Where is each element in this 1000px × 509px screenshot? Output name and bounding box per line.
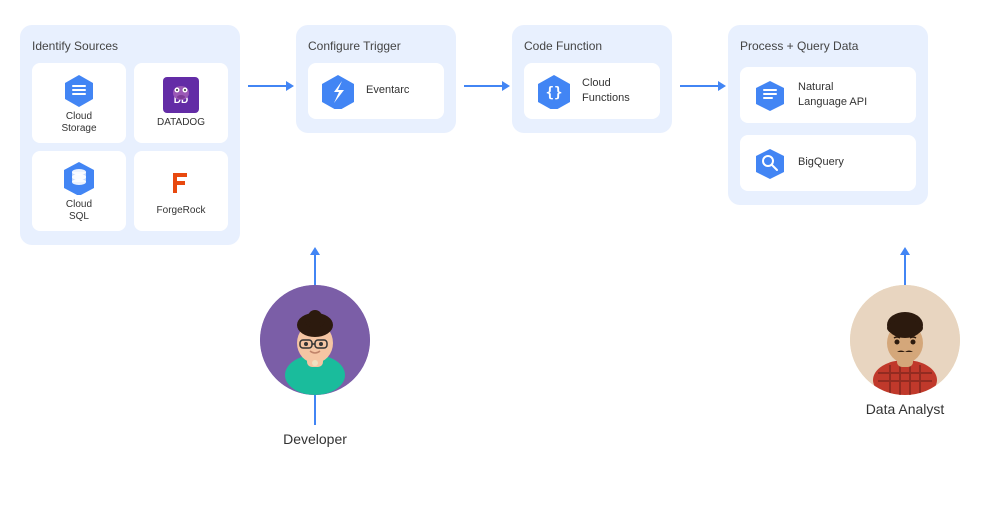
process-query-box: Process + Query Data NaturalLanguage API xyxy=(728,25,928,205)
developer-label: Developer xyxy=(283,431,347,447)
process-label: Process + Query Data xyxy=(740,39,916,53)
identify-label: Identify Sources xyxy=(32,39,228,53)
cloud-storage-label: CloudStorage xyxy=(61,111,96,135)
code-function-box: Code Function {} CloudFunctions xyxy=(512,25,672,133)
cloud-storage-item: CloudStorage xyxy=(32,63,126,143)
eventarc-item: Eventarc xyxy=(308,63,444,119)
eventarc-icon xyxy=(320,73,356,109)
cloud-sql-label: CloudSQL xyxy=(66,199,92,223)
architecture-diagram: Identify Sources CloudStorage xyxy=(20,15,980,495)
arrow-2 xyxy=(456,85,512,87)
dev-arrow-up-head xyxy=(310,247,320,255)
arrow-line-2 xyxy=(464,85,504,87)
datadog-icon: DD xyxy=(163,77,199,113)
sources-grid: CloudStorage DD xyxy=(32,63,228,231)
analyst-avatar xyxy=(850,285,960,395)
nl-api-label: NaturalLanguage API xyxy=(798,80,867,109)
bottom-section: Developer xyxy=(20,255,980,447)
arrow-line-3 xyxy=(680,85,720,87)
nl-api-icon xyxy=(752,77,788,113)
arrow-1 xyxy=(240,85,296,87)
arrow-line-1 xyxy=(248,85,288,87)
datadog-label: DATADOG xyxy=(157,117,205,129)
developer-section: Developer xyxy=(260,255,370,447)
analyst-arrow-up-line xyxy=(904,255,906,285)
cloud-functions-label: CloudFunctions xyxy=(582,76,630,105)
dev-arrow-up-line xyxy=(314,255,316,285)
identify-sources-box: Identify Sources CloudStorage xyxy=(20,25,240,245)
cloud-sql-icon xyxy=(61,159,97,195)
forgerock-label: ForgeRock xyxy=(157,205,206,217)
configure-trigger-box: Configure Trigger Eventarc xyxy=(296,25,456,133)
bigquery-label: BigQuery xyxy=(798,155,844,169)
datadog-item: DD DATADOG xyxy=(134,63,228,143)
bigquery-item: BigQuery xyxy=(740,135,916,191)
trigger-label: Configure Trigger xyxy=(308,39,444,53)
cloud-storage-icon xyxy=(61,71,97,107)
forgerock-icon xyxy=(163,165,199,201)
developer-avatar xyxy=(260,285,370,395)
analyst-arrow-up-head xyxy=(900,247,910,255)
cloud-functions-item: {} CloudFunctions xyxy=(524,63,660,119)
dev-arrow-down-line xyxy=(314,395,316,425)
eventarc-label: Eventarc xyxy=(366,83,409,97)
svg-text:{}: {} xyxy=(546,85,563,101)
analyst-section: Data Analyst xyxy=(850,255,960,417)
forgerock-item: ForgeRock xyxy=(134,151,228,231)
function-label: Code Function xyxy=(524,39,660,53)
nl-api-item: NaturalLanguage API xyxy=(740,67,916,123)
cloud-sql-item: CloudSQL xyxy=(32,151,126,231)
bigquery-icon xyxy=(752,145,788,181)
cloud-functions-icon: {} xyxy=(536,73,572,109)
top-row: Identify Sources CloudStorage xyxy=(20,15,980,245)
process-items: NaturalLanguage API BigQuery xyxy=(740,63,916,191)
arrow-3 xyxy=(672,85,728,87)
analyst-label: Data Analyst xyxy=(866,401,945,417)
